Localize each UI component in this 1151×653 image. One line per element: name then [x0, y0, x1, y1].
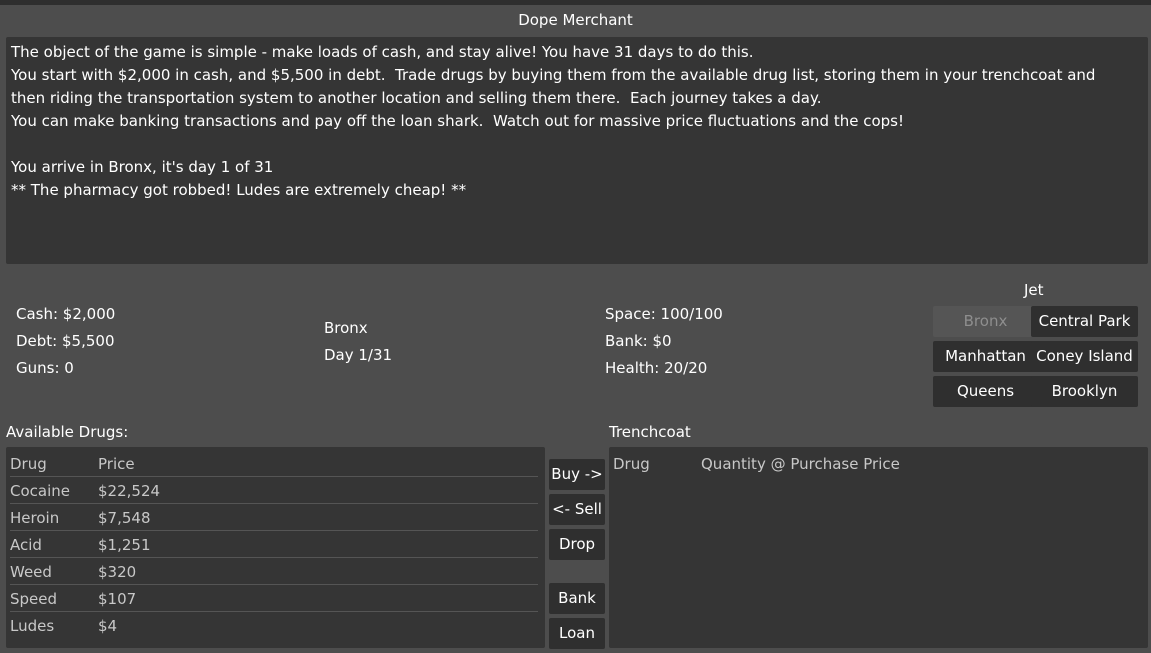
sell-button[interactable]: <- Sell	[549, 494, 605, 525]
drug-price: $22,524	[98, 482, 161, 500]
drug-name: Speed	[10, 590, 58, 608]
drug-price: $320	[98, 563, 137, 581]
drug-price: $7,548	[98, 509, 151, 527]
buy-button[interactable]: Buy ->	[549, 459, 605, 490]
debt-label: Debt: $5,500	[16, 332, 115, 350]
jet-manhattan-button[interactable]: Manhattan	[933, 341, 1038, 372]
window-top-border	[0, 0, 1151, 5]
log-line: You can make banking transactions and pa…	[11, 112, 904, 130]
guns-label: Guns: 0	[16, 359, 74, 377]
drug-name: Acid	[10, 536, 42, 554]
log-line: You start with $2,000 in cash, and $5,50…	[11, 66, 1096, 84]
available-drugs-label: Available Drugs:	[6, 423, 129, 441]
drug-name: Weed	[10, 563, 52, 581]
jet-label: Jet	[1024, 281, 1044, 299]
list-header: Drug Price	[10, 450, 538, 477]
health-label: Health: 20/20	[605, 359, 708, 377]
drug-price: $107	[98, 590, 137, 608]
drug-name: Ludes	[10, 617, 55, 635]
day-label: Day 1/31	[324, 346, 393, 364]
column-header-drug: Drug	[613, 455, 650, 473]
jet-bronx-button: Bronx	[933, 306, 1038, 337]
drug-name: Heroin	[10, 509, 60, 527]
available-drugs-list[interactable]: Drug Price Cocaine $22,524 Heroin $7,548…	[6, 447, 545, 648]
drug-price: $1,251	[98, 536, 151, 554]
drug-row[interactable]: Speed $107	[10, 585, 538, 612]
drug-price: $4	[98, 617, 118, 635]
column-header-quantity: Quantity @ Purchase Price	[701, 455, 900, 473]
column-header-price: Price	[98, 455, 135, 473]
column-header-drug: Drug	[10, 455, 47, 473]
cash-label: Cash: $2,000	[16, 305, 116, 323]
drug-row[interactable]: Acid $1,251	[10, 531, 538, 558]
trenchcoat-list[interactable]: Drug Quantity @ Purchase Price	[609, 447, 1148, 648]
bank-button[interactable]: Bank	[549, 583, 605, 614]
drug-row[interactable]: Heroin $7,548	[10, 504, 538, 531]
log-line: You arrive in Bronx, it's day 1 of 31	[11, 158, 274, 176]
jet-coney-island-button[interactable]: Coney Island	[1031, 341, 1138, 372]
log-line: then riding the transportation system to…	[11, 89, 822, 107]
window-title: Dope Merchant	[518, 11, 633, 29]
log-line: ** The pharmacy got robbed! Ludes are ex…	[11, 181, 467, 199]
loan-button[interactable]: Loan	[549, 618, 605, 649]
location-label: Bronx	[324, 319, 368, 337]
drug-row[interactable]: Ludes $4	[10, 612, 538, 638]
jet-central-park-button[interactable]: Central Park	[1031, 306, 1138, 337]
trenchcoat-label: Trenchcoat	[609, 423, 691, 441]
message-log: The object of the game is simple - make …	[6, 37, 1148, 264]
jet-queens-button[interactable]: Queens	[933, 376, 1038, 407]
drug-name: Cocaine	[10, 482, 70, 500]
drop-button[interactable]: Drop	[549, 529, 605, 560]
drug-row[interactable]: Cocaine $22,524	[10, 477, 538, 504]
drug-row[interactable]: Weed $320	[10, 558, 538, 585]
log-line: The object of the game is simple - make …	[11, 43, 754, 61]
jet-brooklyn-button[interactable]: Brooklyn	[1031, 376, 1138, 407]
space-label: Space: 100/100	[605, 305, 723, 323]
bank-label: Bank: $0	[605, 332, 672, 350]
